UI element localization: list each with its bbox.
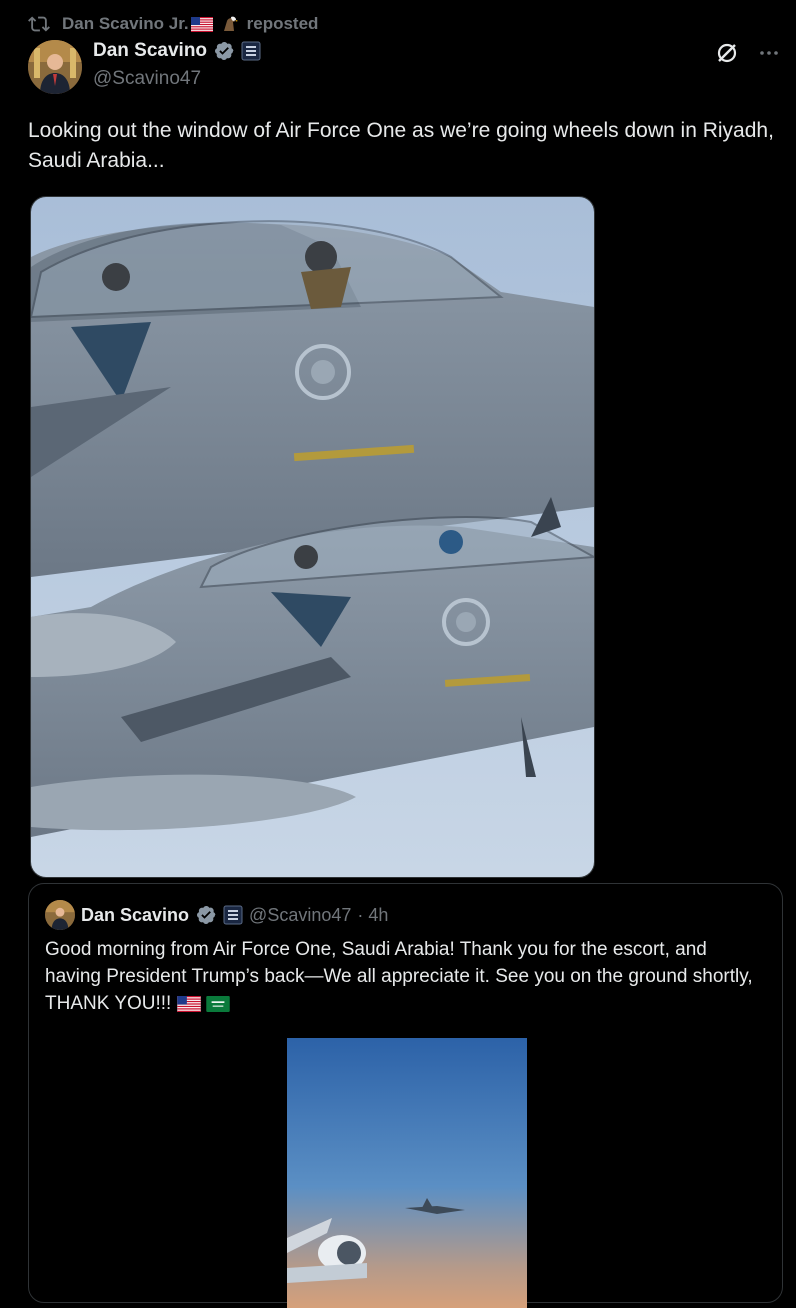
saudi-flag-icon (206, 995, 230, 1012)
quoted-tweet-media[interactable] (287, 1038, 527, 1308)
eagle-icon (223, 16, 238, 31)
fighter-jets-photo (31, 197, 594, 877)
repost-label: reposted (246, 14, 319, 33)
verified-badge-icon[interactable] (213, 40, 235, 62)
author-name-line[interactable]: Dan Scavino (93, 40, 261, 62)
author-handle[interactable]: @Scavino47 (93, 68, 201, 90)
quoted-tweet-body: Good morning from Air Force One, Saudi A… (45, 939, 753, 1014)
us-flag-icon (176, 995, 201, 1012)
author-avatar[interactable] (28, 40, 82, 94)
author-name[interactable]: Dan Scavino (93, 40, 207, 62)
tweet-actions (714, 40, 782, 66)
repost-icon (28, 16, 50, 32)
quoted-tweet[interactable]: Dan Scavino @Scavino47 · 4h Good morning… (28, 883, 783, 1308)
quoted-author-handle[interactable]: @Scavino47 (249, 905, 351, 926)
avatar-image (28, 40, 82, 94)
government-badge-icon[interactable] (241, 41, 261, 61)
quoted-timestamp[interactable]: · 4h (357, 905, 388, 926)
grok-icon[interactable] (714, 40, 740, 66)
plane-window-photo (287, 1038, 527, 1308)
reposter-name[interactable]: Dan Scavino Jr. (62, 14, 189, 34)
us-flag-icon (190, 16, 213, 32)
quoted-tweet-text: Good morning from Air Force One, Saudi A… (45, 936, 765, 1017)
government-badge-icon[interactable] (223, 905, 243, 925)
tweet-media-image[interactable] (30, 196, 595, 878)
quoted-author-name[interactable]: Dan Scavino (81, 905, 189, 926)
quoted-tweet-header: Dan Scavino @Scavino47 · 4h (45, 900, 388, 930)
tweet-text: Looking out the window of Air Force One … (28, 119, 774, 172)
more-icon[interactable] (756, 40, 782, 66)
verified-badge-icon[interactable] (195, 904, 217, 926)
repost-header[interactable]: Dan Scavino Jr. reposted (28, 12, 319, 36)
avatar-image (45, 900, 75, 930)
quoted-author-avatar[interactable] (45, 900, 75, 930)
